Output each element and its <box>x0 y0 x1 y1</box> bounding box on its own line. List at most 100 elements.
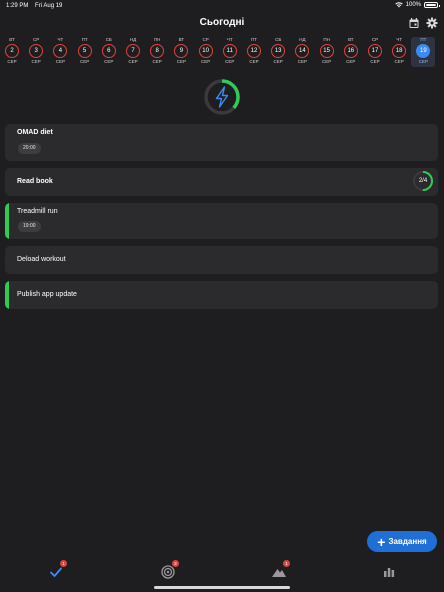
day-6[interactable]: СБ 6 СЕР <box>99 37 119 67</box>
day-weekday: ЧТ <box>226 37 233 42</box>
day-number: 4 <box>53 44 68 58</box>
day-number: 12 <box>247 44 261 58</box>
nav-challenges[interactable]: 1 <box>271 560 290 580</box>
day-number: 6 <box>101 44 116 58</box>
day-month: СЕР <box>7 59 17 64</box>
day-month: СЕР <box>297 59 308 64</box>
day-number: 16 <box>343 44 358 58</box>
day-number: 3 <box>29 44 44 58</box>
day-number: 2 <box>5 44 19 58</box>
day-weekday: ПН <box>323 37 330 42</box>
day-number: 14 <box>295 44 310 58</box>
day-month: СЕР <box>31 59 41 64</box>
day-month: СЕР <box>273 59 283 64</box>
task-card-publish-app-update[interactable]: Publish app update <box>5 281 438 309</box>
day-18[interactable]: ЧТ 18 СЕР <box>389 37 409 67</box>
date-strip: ВТ 2 СЕР СР 3 СЕР ЧТ 4 СЕР ПТ 5 СЕР СБ 6 СЕР НД 7 СЕР ПН 8 С… <box>2 37 442 69</box>
day-month: СЕР <box>321 59 332 64</box>
task-card-treadmill-run[interactable]: Treadmill run 19:00 <box>5 203 438 239</box>
day-16[interactable]: ВТ 16 СЕР <box>341 37 361 67</box>
day-2[interactable]: ВТ 2 СЕР <box>2 37 22 67</box>
nav-statistics[interactable] <box>381 564 397 580</box>
day-number: 5 <box>77 44 92 58</box>
day-weekday: СР <box>202 37 209 42</box>
day-weekday: ПТ <box>81 37 88 42</box>
day-month: СЕР <box>346 59 356 64</box>
day-number: 8 <box>150 44 165 58</box>
day-month: СЕР <box>225 59 235 64</box>
day-5[interactable]: ПТ 5 СЕР <box>75 37 95 67</box>
nav-badge: 1 <box>60 560 67 567</box>
day-number: 11 <box>222 44 237 58</box>
status-date: Fri Aug 19 <box>35 3 63 9</box>
day-7[interactable]: НД 7 СЕР <box>123 37 143 67</box>
lightning-bolt-icon <box>215 86 229 108</box>
day-3[interactable]: СР 3 СЕР <box>26 37 46 67</box>
day-month: СЕР <box>200 59 211 64</box>
calendar-icon[interactable] <box>408 17 420 29</box>
day-number: 10 <box>198 44 213 58</box>
battery-icon <box>424 2 440 8</box>
day-weekday: СР <box>371 37 379 42</box>
nav-tasks[interactable]: 1 <box>48 560 67 580</box>
day-9[interactable]: ВТ 9 СЕР <box>171 37 191 67</box>
nav-goals[interactable]: 2 <box>160 560 179 580</box>
day-14[interactable]: НД 14 СЕР <box>292 37 312 67</box>
day-number: 17 <box>368 44 382 58</box>
day-month: СЕР <box>249 59 259 64</box>
day-weekday: ВТ <box>9 37 15 42</box>
day-month: СЕР <box>128 59 138 64</box>
day-weekday: НД <box>129 37 137 42</box>
day-weekday: ВТ <box>178 37 185 42</box>
energy-ring[interactable] <box>203 78 241 116</box>
day-11[interactable]: ЧТ 11 СЕР <box>220 37 240 67</box>
day-10[interactable]: СР 10 СЕР <box>196 37 216 67</box>
day-17[interactable]: СР 17 СЕР <box>365 37 385 67</box>
day-19[interactable]: ПТ 19 СЕР <box>411 37 436 67</box>
task-card-omad-diet[interactable]: OMAD diet 20:00 <box>5 124 438 161</box>
day-15[interactable]: ПН 15 СЕР <box>317 37 337 67</box>
day-8[interactable]: ПН 8 СЕР <box>147 37 167 67</box>
add-task-button[interactable]: + Завдання <box>367 531 437 552</box>
nav-badge: 1 <box>283 560 290 567</box>
day-13[interactable]: СБ 13 СЕР <box>268 37 288 67</box>
day-4[interactable]: ЧТ 4 СЕР <box>50 37 70 67</box>
day-weekday: НД <box>299 37 306 42</box>
day-weekday: ПТ <box>420 37 427 42</box>
task-accent-bar <box>5 203 9 239</box>
day-month: СЕР <box>394 59 404 64</box>
task-title: Read book <box>17 178 53 185</box>
task-title: Treadmill run <box>17 208 58 215</box>
day-number: 18 <box>392 44 407 58</box>
status-time: 1:29 PM <box>6 3 29 9</box>
day-weekday: ПТ <box>251 37 257 42</box>
day-number: 19 <box>416 44 431 58</box>
battery-percent: 100% <box>405 2 421 8</box>
task-title: Publish app update <box>17 291 77 298</box>
day-weekday: СБ <box>105 37 112 42</box>
status-bar: 1:29 PM Fri Aug 19 100% <box>0 0 444 12</box>
wifi-icon <box>394 2 403 8</box>
gear-icon[interactable] <box>426 17 438 29</box>
day-month: СЕР <box>176 59 187 64</box>
day-weekday: ЧТ <box>396 37 403 42</box>
bar-chart-icon <box>384 568 395 577</box>
day-weekday: СР <box>33 37 40 42</box>
day-12[interactable]: ПТ 12 СЕР <box>244 37 264 67</box>
task-progress-ring[interactable]: 2/4 <box>412 170 434 192</box>
day-weekday: ЧТ <box>57 37 64 42</box>
day-number: 9 <box>174 44 189 58</box>
task-time-chip: 20:00 <box>18 143 41 154</box>
task-card-read-book[interactable]: Read book 2/4 <box>5 168 438 196</box>
day-month: СЕР <box>104 59 114 64</box>
day-month: СЕР <box>152 59 162 64</box>
home-indicator <box>154 586 290 589</box>
task-accent-bar <box>5 281 9 309</box>
day-weekday: ПН <box>153 37 161 42</box>
page-title: Сьогодні <box>199 17 245 28</box>
task-card-deload-workout[interactable]: Deload workout <box>5 246 438 274</box>
day-weekday: СБ <box>275 37 282 42</box>
day-number: 13 <box>271 44 286 58</box>
day-month: СЕР <box>55 59 66 64</box>
task-progress-value: 2/4 <box>418 178 428 184</box>
